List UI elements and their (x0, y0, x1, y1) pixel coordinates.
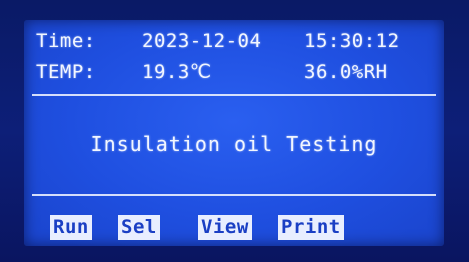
lcd-screen: Time: 2023-12-04 15:30:12 TEMP: 19.3℃ 36… (24, 20, 444, 246)
bottom-divider (32, 194, 436, 196)
temp-label: TEMP: (36, 61, 96, 83)
time-value: 15:30:12 (304, 30, 400, 52)
top-divider (32, 94, 436, 96)
mode-title: Insulation oil Testing (90, 132, 378, 156)
time-label: Time: (36, 30, 96, 52)
view-button[interactable]: View (198, 215, 252, 240)
humidity-value: 36.0%RH (304, 61, 388, 83)
temp-value: 19.3℃ (142, 61, 212, 83)
run-button[interactable]: Run (50, 215, 92, 240)
date-value: 2023-12-04 (142, 30, 262, 52)
sel-button[interactable]: Sel (118, 215, 160, 240)
print-button[interactable]: Print (278, 215, 344, 240)
